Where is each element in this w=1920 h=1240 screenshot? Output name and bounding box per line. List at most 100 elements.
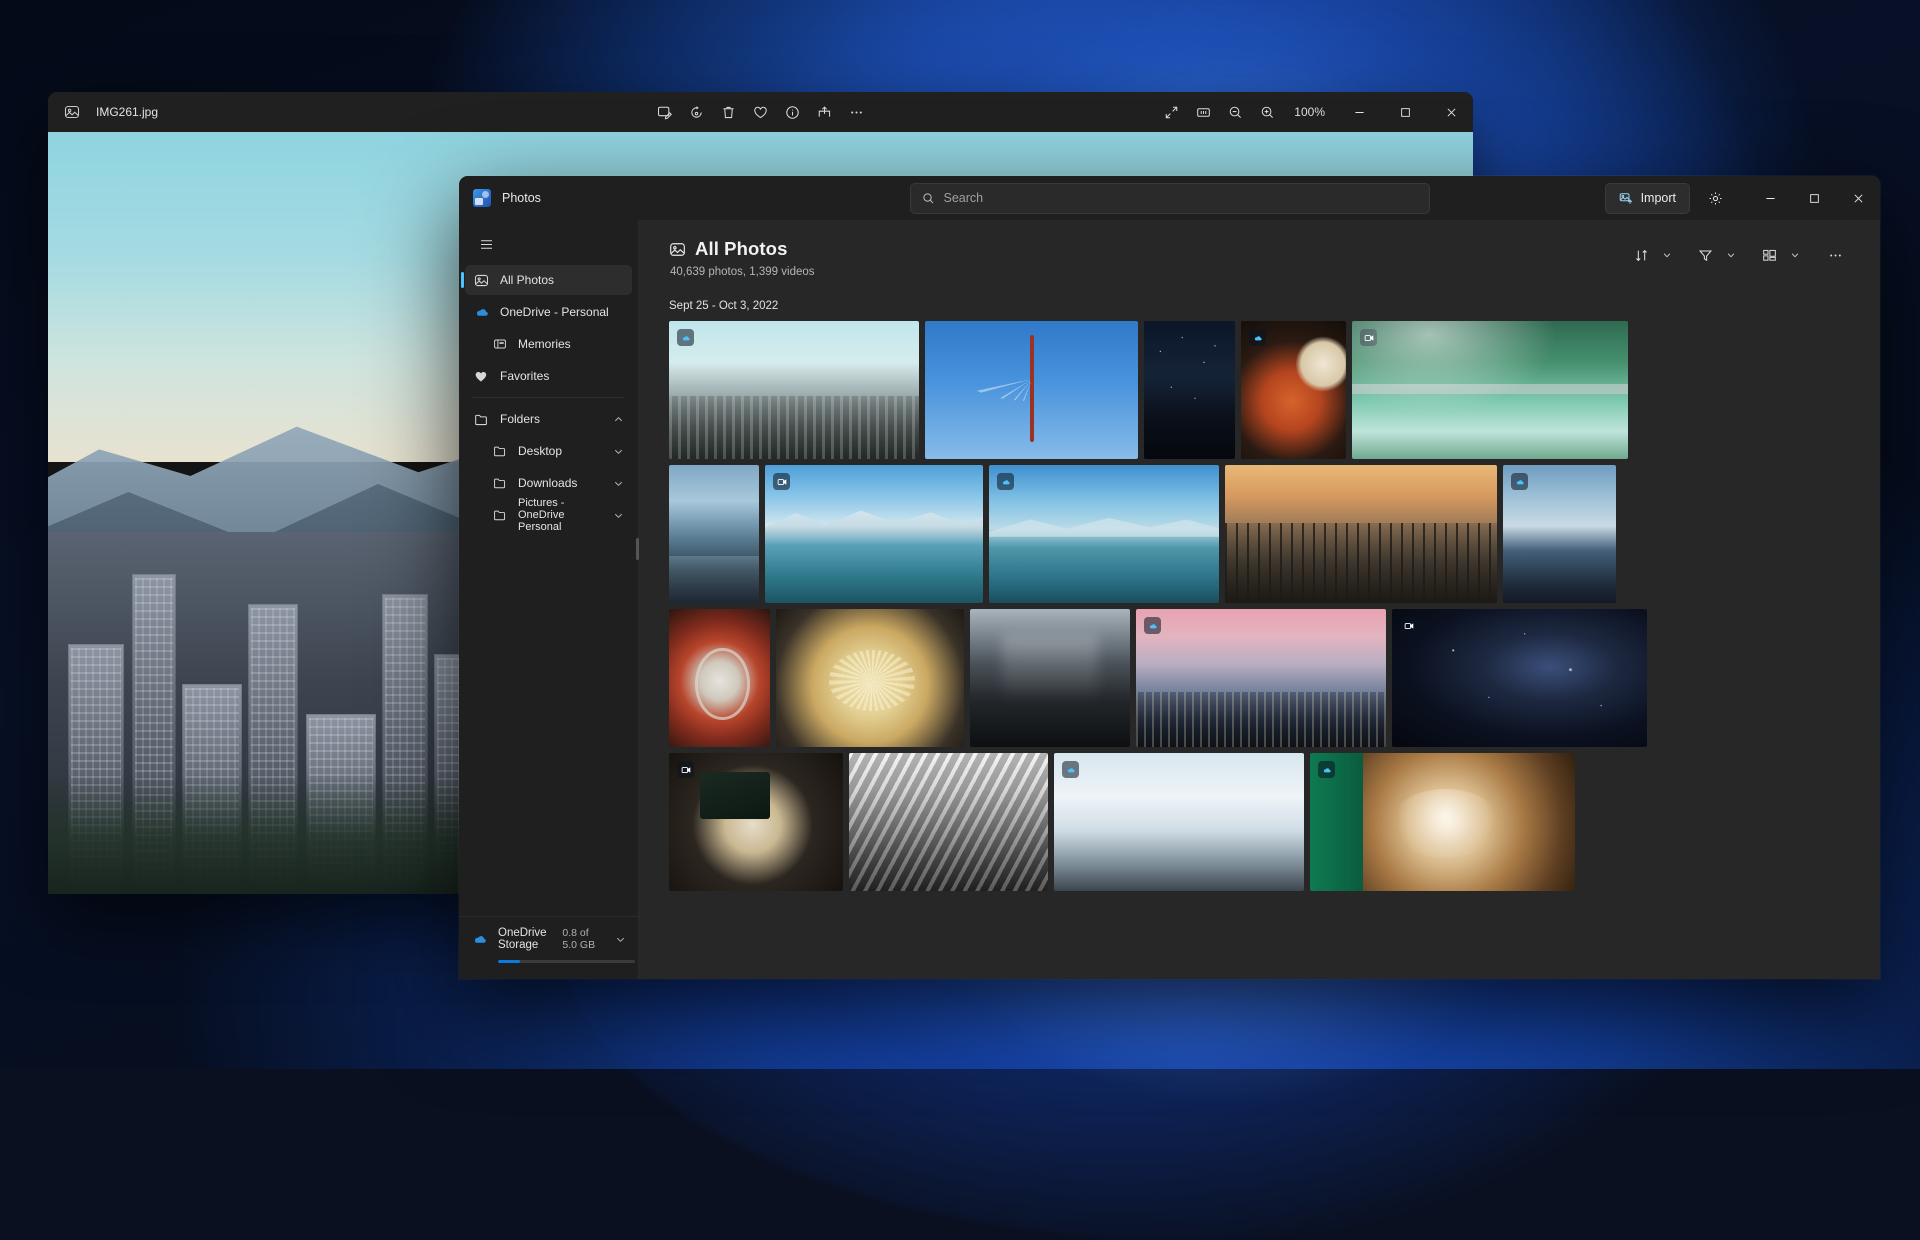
photos-body: All Photos OneDrive - Personal	[459, 220, 1880, 979]
photo-bridge-river[interactable]	[1352, 321, 1628, 459]
photos-maximize-button[interactable]	[1792, 176, 1836, 220]
chevron-down-icon[interactable]	[613, 446, 624, 457]
chevron-down-icon	[1790, 250, 1800, 260]
photo-bw-texture[interactable]	[849, 753, 1048, 891]
heart-filled-icon	[473, 368, 490, 385]
photo-amusement-ride[interactable]	[925, 321, 1138, 459]
edit-image-button[interactable]	[650, 98, 680, 126]
funnel-icon	[1698, 248, 1713, 263]
chevron-down-icon[interactable]	[615, 934, 626, 945]
share-button[interactable]	[810, 98, 840, 126]
sidebar-item-pictures-onedrive[interactable]: Pictures - OneDrive Personal	[465, 500, 632, 530]
photos-close-button[interactable]	[1836, 176, 1880, 220]
chevron-down-icon[interactable]	[613, 478, 624, 489]
layout-chevron-button[interactable]	[1785, 240, 1805, 270]
gallery-toolbar	[1626, 238, 1850, 270]
gallery-title-row: All Photos	[669, 238, 1626, 260]
photo-ramen[interactable]	[669, 753, 843, 891]
video-badge-icon	[1400, 617, 1417, 634]
cloud-sync-badge-icon	[1318, 761, 1335, 778]
photo-pasta-plate[interactable]	[776, 609, 964, 747]
folder-outline-icon	[491, 507, 508, 524]
photo-latte-art[interactable]	[1310, 753, 1575, 891]
photos-minimize-button[interactable]	[1748, 176, 1792, 220]
photo-lake-shore[interactable]	[989, 465, 1219, 603]
ellipsis-icon	[1828, 248, 1843, 263]
sort-button[interactable]	[1626, 240, 1656, 270]
folder-icon	[473, 411, 490, 428]
photo-night-sky[interactable]	[1144, 321, 1235, 459]
more-button[interactable]	[842, 98, 872, 126]
favorite-button[interactable]	[746, 98, 776, 126]
gallery-main: All Photos 40,639 photos, 1,399 videos	[639, 220, 1880, 979]
photo-seattle-skyline[interactable]	[1136, 609, 1386, 747]
photo-storm-clouds[interactable]	[970, 609, 1130, 747]
hamburger-menu-icon[interactable]	[468, 227, 504, 261]
cloud-sync-badge-icon	[677, 329, 694, 346]
photos-app-window[interactable]: Photos Search Import	[459, 176, 1880, 979]
import-button[interactable]: Import	[1605, 183, 1690, 214]
sidebar-divider	[473, 397, 624, 398]
filter-button[interactable]	[1690, 240, 1720, 270]
cloud-sync-badge-icon	[1511, 473, 1528, 490]
grid-layout-icon	[1762, 248, 1777, 263]
sidebar-item-folders[interactable]: Folders	[465, 404, 632, 434]
rotate-button[interactable]	[682, 98, 712, 126]
delete-button[interactable]	[714, 98, 744, 126]
video-badge-icon	[1360, 329, 1377, 346]
onedrive-storage-amount: 0.8 of 5.0 GB	[562, 927, 599, 951]
onedrive-storage-row[interactable]: OneDrive Storage 0.8 of 5.0 GB	[471, 927, 626, 951]
photo-snow-field[interactable]	[1054, 753, 1304, 891]
layout-button[interactable]	[1754, 240, 1784, 270]
photo-food-bowl[interactable]	[1241, 321, 1346, 459]
sort-chevron-button[interactable]	[1657, 240, 1677, 270]
onedrive-storage-section: OneDrive Storage 0.8 of 5.0 GB	[459, 916, 638, 979]
navigation-sidebar: All Photos OneDrive - Personal	[459, 220, 639, 979]
sidebar-item-downloads[interactable]: Downloads	[465, 468, 632, 498]
sidebar-label: Memories	[518, 337, 571, 351]
filter-chevron-button[interactable]	[1721, 240, 1741, 270]
sidebar-label: OneDrive - Personal	[500, 305, 609, 319]
search-box[interactable]: Search	[910, 183, 1430, 214]
cloud-sync-badge-icon	[1144, 617, 1161, 634]
sidebar-items: All Photos OneDrive - Personal	[459, 265, 638, 916]
cloud-sync-badge-icon	[997, 473, 1014, 490]
more-options-button[interactable]	[1820, 240, 1850, 270]
sidebar-label: Downloads	[518, 476, 577, 490]
sidebar-label: All Photos	[500, 273, 554, 287]
photo-sunset-fence[interactable]	[1225, 465, 1497, 603]
chevron-down-icon	[1726, 250, 1736, 260]
gear-icon	[1708, 191, 1723, 206]
search-icon	[922, 192, 935, 205]
photos-title-bar[interactable]: Photos Search Import	[459, 176, 1880, 220]
info-button[interactable]	[778, 98, 808, 126]
sidebar-label: Pictures - OneDrive Personal	[518, 497, 603, 533]
cloud-sync-badge-icon	[1062, 761, 1079, 778]
photo-grid-row	[669, 753, 1850, 891]
viewer-title-bar[interactable]: IMG261.jpg	[48, 92, 1473, 132]
photo-mountain-lake[interactable]	[765, 465, 983, 603]
settings-button[interactable]	[1698, 183, 1732, 214]
sidebar-item-onedrive-personal[interactable]: OneDrive - Personal	[465, 297, 632, 327]
sort-arrows-icon	[1634, 248, 1649, 263]
photo-seashore[interactable]	[669, 465, 759, 603]
photo-grid	[639, 321, 1880, 891]
sidebar-item-desktop[interactable]: Desktop	[465, 436, 632, 466]
cloud-sync-badge-icon	[1249, 329, 1266, 346]
chevron-down-icon[interactable]	[613, 510, 624, 521]
photos-app-icon	[473, 189, 491, 207]
sidebar-item-memories[interactable]: Memories	[465, 329, 632, 359]
photo-noodle-bowl[interactable]	[669, 609, 770, 747]
page-title: All Photos	[695, 238, 787, 260]
sidebar-item-favorites[interactable]: Favorites	[465, 361, 632, 391]
chevron-up-icon[interactable]	[613, 414, 624, 425]
memories-icon	[491, 336, 508, 353]
sidebar-label: Folders	[500, 412, 540, 426]
onedrive-cloud-icon	[471, 931, 488, 948]
photo-dusk-water[interactable]	[1503, 465, 1616, 603]
photo-icon	[473, 272, 490, 289]
sidebar-item-all-photos[interactable]: All Photos	[465, 265, 632, 295]
photo-city-skyline[interactable]	[669, 321, 919, 459]
sidebar-splitter-handle[interactable]	[636, 538, 639, 560]
photo-galaxy[interactable]	[1392, 609, 1647, 747]
